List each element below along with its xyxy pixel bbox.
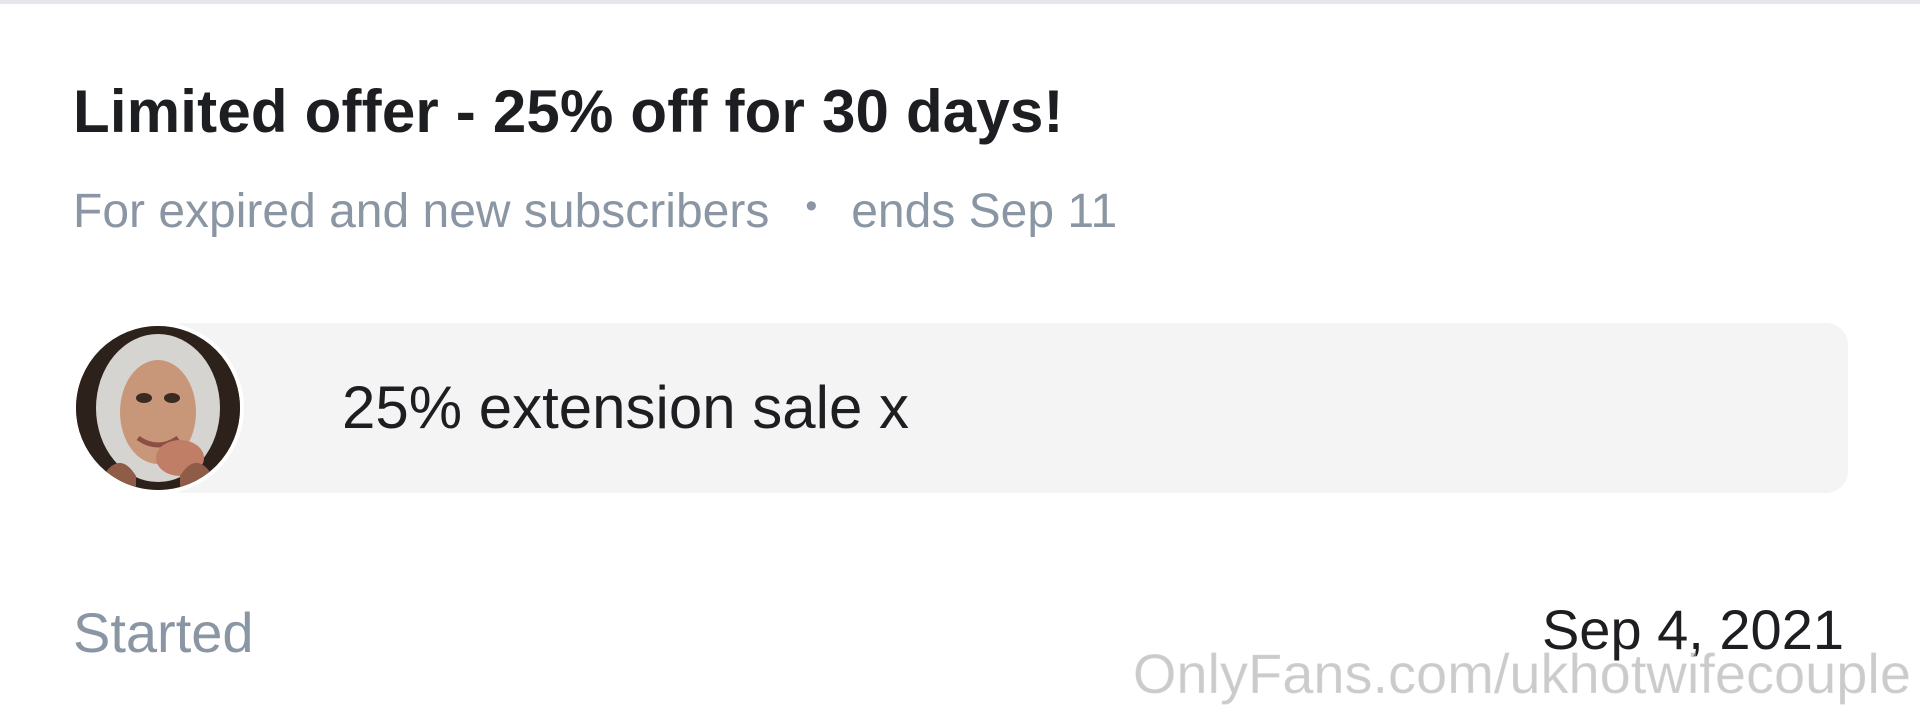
separator-dot: • [805, 187, 818, 225]
message-text: 25% extension sale x [342, 374, 910, 441]
offer-audience: For expired and new subscribers [73, 185, 770, 238]
profile-photo-icon [76, 326, 240, 490]
offer-title: Limited offer - 25% off for 30 days! [73, 78, 1064, 145]
started-label: Started [73, 601, 254, 664]
avatar[interactable] [72, 322, 244, 494]
offer-end-date: ends Sep 11 [851, 185, 1118, 238]
offer-subtitle: For expired and new subscribers • ends S… [73, 180, 1117, 244]
watermark: OnlyFans.com/ukhotwifecouple [1132, 642, 1911, 706]
message-bubble: 25% extension sale x [162, 323, 1848, 493]
offer-message: 25% extension sale x [72, 322, 1848, 494]
top-divider [0, 0, 1920, 4]
